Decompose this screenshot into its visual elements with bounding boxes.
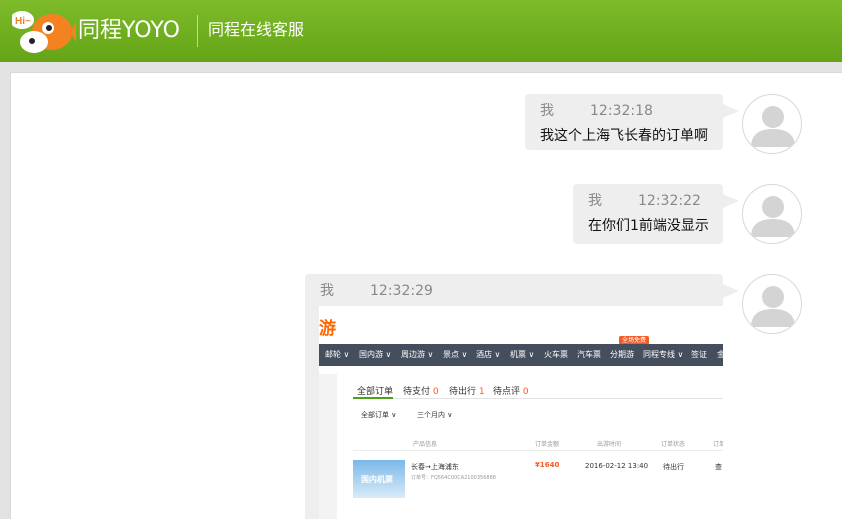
message-meta: 我 12:32:18 [540,102,653,120]
header-divider [197,15,198,47]
nav-item: 签证 [691,350,707,359]
active-tab-indicator [353,397,393,399]
nav-item: 国内游 ∨ [359,350,392,359]
order-title: 长春→上海浦东 [411,463,459,471]
site-nav-bar: 邮轮 ∨ 国内游 ∨ 周边游 ∨ 景点 ∨ 酒店 ∨ 机票 ∨ 火车票 汽车票 … [319,344,723,366]
nav-item: 景点 ∨ [443,350,468,359]
message-time: 12:32:29 [370,283,433,299]
user-avatar [742,274,802,334]
column-header: 订单金额 [535,441,560,448]
column-header: 产品信息 [413,441,438,448]
row-divider [353,450,723,451]
order-page-screenshot[interactable]: 游 全场免费 邮轮 ∨ 国内游 ∨ 周边游 ∨ 景点 ∨ 酒店 ∨ 机票 ∨ 火… [319,306,723,519]
tab-pending-review: 待点评 0 [493,387,529,397]
filter-order-type: 全部订单 ∨ [361,411,397,419]
site-logo-partial: 游 [319,319,336,339]
header-subtitle: 同程在线客服 [208,20,305,39]
message-time: 12:32:22 [638,193,701,209]
bubble-tail [723,104,739,118]
order-status: 待出行 [663,463,684,471]
nav-item: 汽车票 [577,350,601,359]
user-avatar [742,94,802,154]
message-meta: 我 12:32:22 [588,192,701,210]
nav-item: 邮轮 ∨ [325,350,350,359]
message-bubble: 我 12:32:22 在你们1前端没显示 [573,184,739,244]
nav-item: 分期游 [610,350,634,359]
user-avatar [742,184,802,244]
tab-pending-travel: 待出行 1 [449,387,485,397]
message-meta: 我 12:32:29 [320,282,433,300]
bubble-tail [723,284,739,298]
order-amount: ¥1640 [535,461,560,469]
tab-divider [353,398,723,399]
nav-item: 酒店 ∨ [476,350,501,359]
tab-all-orders: 全部订单 [357,387,394,397]
nav-item: 金 [717,349,723,361]
nav-item: 同程专线 ∨ [643,350,684,359]
column-header: 订单状态 [661,441,686,448]
message-text: 在你们1前端没显示 [588,218,709,234]
logo-text: Hi~ [15,16,31,27]
order-product-image: 国内机票 [353,460,405,498]
column-header: 订单 [713,441,723,448]
message-time: 12:32:18 [590,103,653,119]
order-number: 订单号：FQ564C00CA2100356888 [411,475,496,481]
bubble-tail [723,194,739,208]
nav-item: 机票 ∨ [510,350,535,359]
user-avatar-icon [751,196,795,237]
app-header: Hi~ 同程YOYO 同程在线客服 [0,0,842,62]
order-date: 2016-02-12 13:40 [585,462,649,470]
message-text: 我这个上海飞长春的订单啊 [540,128,708,144]
nav-item: 周边游 ∨ [401,350,434,359]
fish-mascot-logo-icon: Hi~ [12,11,76,53]
user-avatar-icon [751,106,795,147]
user-avatar-icon [751,286,795,327]
message-sender: 我 [320,283,334,299]
column-header: 出游时间 [597,441,622,448]
brand-title: 同程YOYO [78,18,180,43]
message-sender: 我 [540,103,554,119]
message-bubble: 我 12:32:18 我这个上海飞长春的订单啊 [525,94,739,150]
order-action: 查 [715,463,722,471]
message-sender: 我 [588,193,602,209]
screenshot-sidebar [319,374,337,519]
image-message-bubble: 我 12:32:29 游 全场免费 邮轮 ∨ 国内游 ∨ 周边游 ∨ 景点 ∨ 酒… [305,274,739,519]
tab-pending-payment: 待支付 0 [403,387,439,397]
nav-item: 火车票 [544,350,568,359]
chat-window[interactable]: 我 12:32:18 我这个上海飞长春的订单啊 我 12:32:22 在你们1前端没… [10,72,842,519]
filter-time-range: 三个月内 ∨ [417,411,453,419]
